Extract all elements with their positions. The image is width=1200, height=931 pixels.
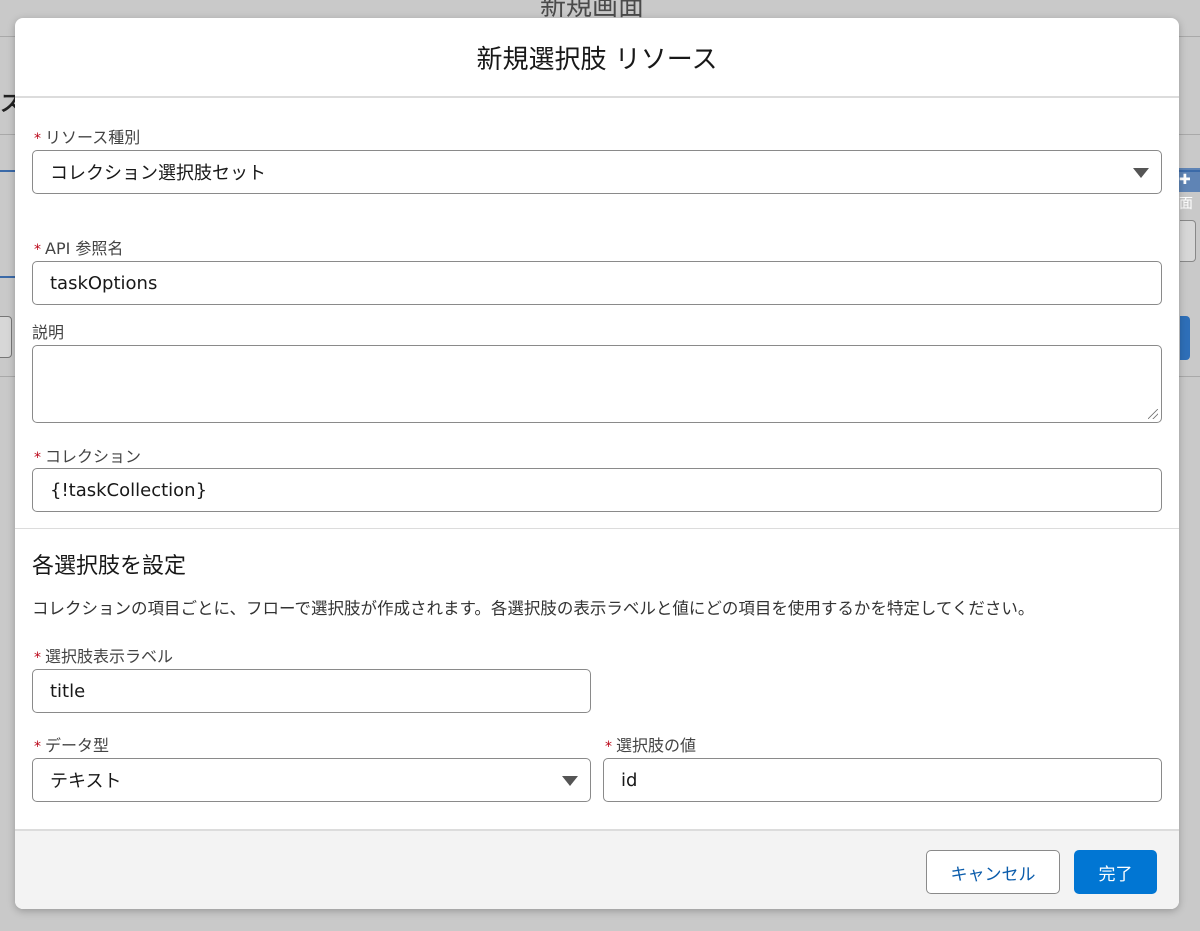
done-button[interactable]: 完了	[1074, 850, 1157, 894]
description-label: 説明	[32, 323, 65, 342]
cancel-button[interactable]: キャンセル	[926, 850, 1060, 894]
collection-value: {!taskCollection}	[50, 479, 208, 501]
background-tab-indicator	[1178, 170, 1200, 172]
required-marker: *	[34, 650, 41, 666]
data-type-label: * データ型	[34, 736, 110, 755]
description-textarea[interactable]	[32, 345, 1162, 423]
resource-type-select[interactable]: コレクション選択肢セット	[32, 150, 1162, 194]
resize-handle-icon[interactable]	[1148, 409, 1158, 419]
collection-label: * コレクション	[34, 447, 142, 466]
data-type-value: テキスト	[50, 771, 122, 792]
required-marker: *	[605, 739, 612, 755]
choice-label-value: title	[50, 680, 86, 702]
background-tab-indicator	[0, 170, 16, 172]
modal-footer: キャンセル 完了	[15, 829, 1179, 909]
collection-input[interactable]: {!taskCollection}	[32, 468, 1162, 512]
choice-value-label: * 選択肢の値	[605, 736, 697, 755]
required-marker: *	[34, 450, 41, 466]
choice-value-input[interactable]: id	[603, 758, 1162, 802]
choice-value-value: id	[621, 769, 638, 791]
modal-header: 新規選択肢 リソース	[15, 18, 1179, 98]
api-name-value: taskOptions	[50, 272, 158, 294]
choice-label-input[interactable]: title	[32, 669, 591, 713]
background-brand-button	[1180, 316, 1190, 360]
api-name-input[interactable]: taskOptions	[32, 261, 1162, 305]
modal-title: 新規選択肢 リソース	[476, 44, 718, 75]
background-button	[0, 316, 12, 358]
choice-section-title: 各選択肢を設定	[32, 554, 187, 579]
required-marker: *	[34, 131, 41, 147]
choice-section-description: コレクションの項目ごとに、フローで選択肢が作成されます。各選択肢の表示ラベルと値…	[32, 599, 1035, 618]
data-type-select[interactable]: テキスト	[32, 758, 591, 802]
required-marker: *	[34, 739, 41, 755]
modal-body: * リソース種別 コレクション選択肢セット * API 参照名 taskOption…	[15, 98, 1179, 828]
chevron-down-icon	[1133, 168, 1149, 178]
background-select	[1180, 220, 1196, 262]
background-tab-indicator	[0, 276, 16, 278]
resource-type-label: * リソース種別	[34, 128, 141, 147]
section-divider	[15, 528, 1179, 529]
choice-label-label: * 選択肢表示ラベル	[34, 647, 174, 666]
chevron-down-icon	[562, 776, 578, 786]
required-marker: *	[34, 242, 41, 258]
api-name-label: * API 参照名	[34, 239, 124, 258]
resource-type-value: コレクション選択肢セット	[50, 163, 266, 184]
new-choice-resource-modal: 新規選択肢 リソース * リソース種別 コレクション選択肢セット * API 参照名…	[15, 18, 1179, 909]
